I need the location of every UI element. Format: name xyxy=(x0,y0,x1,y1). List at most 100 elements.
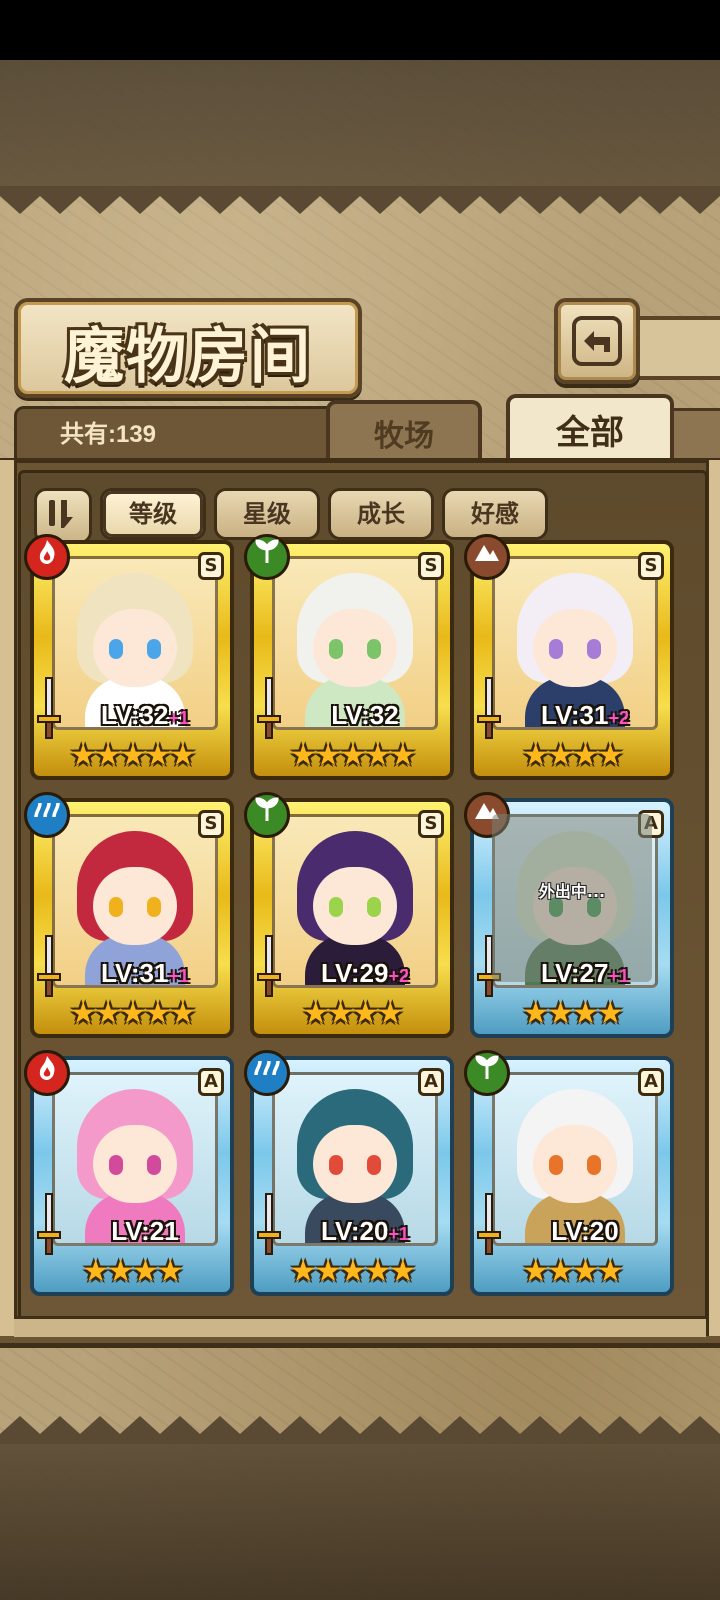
sort-by-affection[interactable]: 好感 xyxy=(442,488,548,540)
level-bonus: +1 xyxy=(608,966,629,986)
monster-level: LV:20+1 xyxy=(290,1216,440,1247)
star-rating: ★★★★ xyxy=(302,996,404,1031)
page-title: 魔物房间 xyxy=(64,322,312,392)
rank-badge: S xyxy=(198,552,224,580)
portrait-eye xyxy=(329,1155,343,1175)
portrait-eye xyxy=(587,1155,601,1175)
monster-level: LV:32 xyxy=(290,700,440,731)
level-text: LV:31 xyxy=(101,958,169,988)
portrait-eye xyxy=(109,1155,123,1175)
status-bar xyxy=(0,0,720,60)
title-plate: 魔物房间 xyxy=(14,298,362,398)
monster-level: LV:31+2 xyxy=(510,700,660,731)
panel-edge-right xyxy=(706,460,720,1336)
away-status: 外出中... xyxy=(538,882,606,901)
star-rating: ★★★★★ xyxy=(289,738,416,773)
monster-level: LV:32+1 xyxy=(70,700,220,731)
portrait-face xyxy=(93,609,177,687)
sword-icon xyxy=(257,935,281,997)
sort-by-stars[interactable]: 星级 xyxy=(214,488,320,540)
back-button[interactable] xyxy=(554,298,640,384)
level-text: LV:20 xyxy=(551,1216,619,1246)
level-text: LV:27 xyxy=(541,958,609,988)
earth-element-icon xyxy=(464,534,510,580)
panel-edge-left xyxy=(0,460,17,1336)
portrait-eye xyxy=(109,639,123,659)
portrait-face xyxy=(313,1125,397,1203)
back-arrow-icon xyxy=(572,316,622,366)
star-rating: ★★★★ xyxy=(82,1254,184,1289)
sword-icon xyxy=(37,677,61,739)
level-bonus: +1 xyxy=(388,1224,409,1244)
monster-card[interactable]: S LV:32 ★★★★★ xyxy=(244,534,454,780)
level-text: LV:32 xyxy=(101,700,169,730)
portrait-eye xyxy=(329,897,343,917)
rank-badge: S xyxy=(638,552,664,580)
monster-card[interactable]: S LV:31+2 ★★★★ xyxy=(464,534,674,780)
portrait-eye xyxy=(329,639,343,659)
rank-badge: S xyxy=(198,810,224,838)
level-text: LV:29 xyxy=(321,958,389,988)
rank-badge: A xyxy=(638,1068,664,1096)
leaf-element-icon xyxy=(464,1050,510,1096)
zigzag-bottom xyxy=(0,1416,720,1444)
monster-card[interactable]: S LV:31+1 ★★★★★ xyxy=(24,792,234,1038)
star-rating: ★★★★ xyxy=(522,996,624,1031)
sword-icon xyxy=(37,1193,61,1255)
level-bonus: +1 xyxy=(168,966,189,986)
star-rating: ★★★★★ xyxy=(289,1254,416,1289)
portrait-eye xyxy=(367,639,381,659)
portrait-face xyxy=(93,867,177,945)
portrait-eye xyxy=(147,639,161,659)
star-rating: ★★★★★ xyxy=(69,738,196,773)
portrait-eye xyxy=(147,897,161,917)
level-bonus: +1 xyxy=(168,708,189,728)
monster-level: LV:21 xyxy=(70,1216,220,1247)
level-bonus: +2 xyxy=(608,708,629,728)
monster-card[interactable]: A LV:21 ★★★★ xyxy=(24,1050,234,1296)
sword-icon xyxy=(257,1193,281,1255)
monster-level: LV:27+1 xyxy=(510,958,660,989)
fire-element-icon xyxy=(24,1050,70,1096)
sort-order-icon xyxy=(49,500,73,528)
portrait-eye xyxy=(147,1155,161,1175)
portrait-eye xyxy=(587,639,601,659)
monster-card[interactable]: A LV:20 ★★★★ xyxy=(464,1050,674,1296)
monster-card[interactable]: A 外出中...LV:27+1★★★★ xyxy=(464,792,674,1038)
water-element-icon xyxy=(24,792,70,838)
leaf-element-icon xyxy=(244,534,290,580)
sort-by-growth[interactable]: 成长 xyxy=(328,488,434,540)
star-rating: ★★★★ xyxy=(522,738,624,773)
monster-level: LV:20 xyxy=(510,1216,660,1247)
bottom-band xyxy=(0,1440,720,1600)
portrait-face xyxy=(533,609,617,687)
zigzag-top xyxy=(0,186,720,214)
monster-level: LV:29+2 xyxy=(290,958,440,989)
star-rating: ★★★★ xyxy=(522,1254,624,1289)
portrait-eye xyxy=(367,897,381,917)
sword-icon xyxy=(477,1193,501,1255)
sword-icon xyxy=(37,935,61,997)
monster-card[interactable]: S LV:29+2 ★★★★ xyxy=(244,792,454,1038)
leaf-element-icon xyxy=(244,792,290,838)
star-rating: ★★★★★ xyxy=(69,996,196,1031)
rank-badge: A xyxy=(418,1068,444,1096)
fire-element-icon xyxy=(24,534,70,580)
back-rail xyxy=(630,316,720,380)
portrait-face xyxy=(93,1125,177,1203)
rank-badge: A xyxy=(198,1068,224,1096)
level-text: LV:32 xyxy=(331,700,399,730)
monster-card[interactable]: S LV:32+1 ★★★★★ xyxy=(24,534,234,780)
monster-level: LV:31+1 xyxy=(70,958,220,989)
sort-by-level[interactable]: 等级 xyxy=(100,488,206,540)
level-bonus: +2 xyxy=(388,966,409,986)
sword-icon xyxy=(477,677,501,739)
portrait-eye xyxy=(549,639,563,659)
monster-card[interactable]: A LV:20+1 ★★★★★ xyxy=(244,1050,454,1296)
top-band xyxy=(0,60,720,190)
water-element-icon xyxy=(244,1050,290,1096)
portrait-eye xyxy=(109,897,123,917)
level-text: LV:21 xyxy=(111,1216,179,1246)
panel-bottom-bar xyxy=(14,1316,706,1337)
portrait-face xyxy=(533,1125,617,1203)
